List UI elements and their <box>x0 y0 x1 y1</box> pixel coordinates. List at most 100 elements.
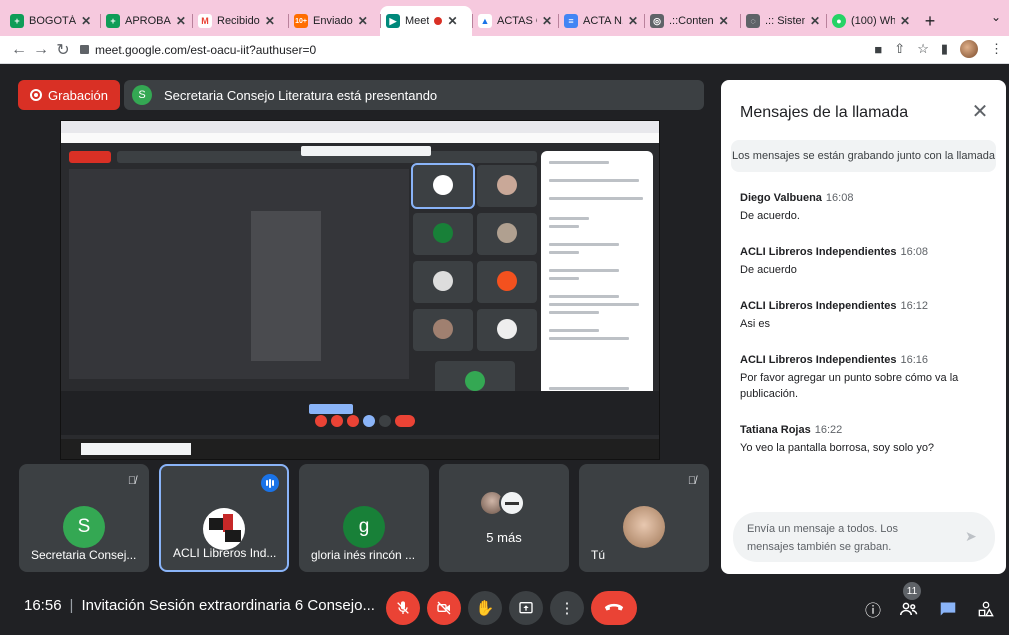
close-icon[interactable]: ✕ <box>542 14 552 28</box>
leave-call-button[interactable] <box>591 591 637 625</box>
message-text: De acuerdo <box>740 263 797 276</box>
tab-title: (100) Wh <box>851 15 895 27</box>
chat-message-input[interactable]: Envía un mensaje a todos. Los mensajes t… <box>733 512 995 562</box>
participant-tile-speaking[interactable]: ACLI Libreros Ind... <box>159 464 289 572</box>
chat-message: ACLI Libreros Independientes 16:08 De acu… <box>740 246 990 279</box>
chat-message: ACLI Libreros Independientes 16:16 Por fa… <box>740 354 990 403</box>
participant-avatar: g <box>343 506 385 548</box>
tab-title: Meet <box>405 15 430 27</box>
browser-tab-active[interactable]: ▶ Meet ✕ <box>380 6 472 36</box>
mic-toggle-button[interactable] <box>386 591 420 625</box>
participant-tile[interactable]: g gloria inés rincón ... <box>299 464 429 572</box>
message-header: ACLI Libreros Independientes 16:08 <box>740 246 990 258</box>
shared-screen-tile <box>413 261 473 303</box>
chat-panel-title: Mensajes de la llamada <box>740 104 909 121</box>
close-icon[interactable]: ✕ <box>176 14 186 28</box>
self-tile[interactable]: 🎙̸ Tú <box>579 464 709 572</box>
back-arrow-icon[interactable]: ← <box>8 41 30 59</box>
address-toolbar: ← → ↻ meet.google.com/est-oacu-iit?authu… <box>0 36 1009 64</box>
shared-screen-tile <box>477 165 537 207</box>
activities-button[interactable] <box>975 598 997 620</box>
participant-name: gloria inés rincón ... <box>311 548 416 562</box>
message-header: Tatiana Rojas 16:22 <box>740 424 990 436</box>
recording-indicator-icon <box>434 17 443 25</box>
browser-tab-strip: + BOGOTÁ ✕ + APROBA ✕ M Recibido ✕ 10+ E… <box>0 0 1009 36</box>
message-sender: ACLI Libreros Independientes <box>740 299 897 312</box>
system-icon: ◌ <box>746 14 760 28</box>
more-participants-tile[interactable]: 5 más <box>439 464 569 572</box>
message-text: Asi es <box>740 317 770 330</box>
shared-screen-control <box>315 415 327 427</box>
tab-title: Enviado <box>313 15 353 27</box>
chat-message: Tatiana Rojas 16:22 Yo veo la pantalla bo… <box>740 424 990 457</box>
shared-screen-control <box>363 415 375 427</box>
send-icon[interactable]: ➤ <box>965 528 981 544</box>
side-panel-icon[interactable]: ▮ <box>941 41 948 57</box>
message-header: Diego Valbuena 16:08 <box>740 192 990 204</box>
close-icon[interactable]: ✕ <box>900 14 910 28</box>
camera-off-icon <box>437 601 451 615</box>
share-icon[interactable]: ⇧ <box>894 41 905 57</box>
meeting-details-button[interactable]: ⓘ <box>862 598 884 620</box>
speaking-indicator-icon <box>261 474 279 492</box>
close-icon[interactable]: ✕ <box>628 14 638 28</box>
new-tab-button[interactable]: + <box>916 6 944 36</box>
close-icon[interactable]: ✕ <box>968 100 992 124</box>
browser-tab[interactable]: ◌ .:: Sistem ✕ <box>740 6 826 36</box>
url-text: meet.google.com/est-oacu-iit?authuser=0 <box>95 42 317 57</box>
shared-screen-nested-panel <box>251 211 321 361</box>
message-sender: ACLI Libreros Independientes <box>740 353 897 366</box>
browser-tab[interactable]: + APROBA ✕ <box>100 6 192 36</box>
recording-badge[interactable]: Grabación <box>18 80 120 110</box>
browser-tab[interactable]: + BOGOTÁ ✕ <box>4 6 100 36</box>
close-icon[interactable]: ✕ <box>265 14 275 28</box>
camera-toggle-button[interactable] <box>427 591 461 625</box>
message-sender: Tatiana Rojas <box>740 423 811 436</box>
present-icon <box>519 602 533 614</box>
browser-tab[interactable]: ● (100) Wh ✕ <box>826 6 916 36</box>
participant-avatar: S <box>63 506 105 548</box>
reload-icon[interactable]: ↻ <box>52 40 74 60</box>
browser-tab[interactable]: 10+ Enviado ✕ <box>288 6 380 36</box>
hang-up-icon <box>604 603 624 611</box>
browser-tab[interactable]: ◎ .::Conten ✕ <box>644 6 740 36</box>
message-time: 16:08 <box>825 192 854 204</box>
shared-screen-control <box>347 415 359 427</box>
close-icon[interactable]: ✕ <box>810 14 820 28</box>
forward-arrow-icon[interactable]: → <box>30 41 52 59</box>
info-icon: ⓘ <box>864 603 881 620</box>
message-time: 16:12 <box>900 299 928 312</box>
tab-search-chevron-icon[interactable]: ⌄ <box>991 10 1001 24</box>
presenting-banner: S Secretaria Consejo Literatura está pre… <box>124 80 704 110</box>
kebab-menu-icon[interactable]: ⋮ <box>990 41 1003 57</box>
chat-message-list: Diego Valbuena 16:08 De acuerdo. ACLI Lib… <box>740 192 990 478</box>
chat-button[interactable] <box>937 598 959 620</box>
close-icon[interactable]: ✕ <box>447 14 457 28</box>
close-icon[interactable]: ✕ <box>358 14 368 28</box>
profile-avatar[interactable] <box>960 40 978 58</box>
message-sender: ACLI Libreros Independientes <box>740 245 897 258</box>
presenting-text: Secretaria Consejo Literatura está prese… <box>164 87 438 103</box>
browser-tab[interactable]: ▲ ACTAS C ✕ <box>472 6 558 36</box>
address-bar[interactable]: meet.google.com/est-oacu-iit?authuser=0 <box>80 39 810 61</box>
shared-screen-control <box>331 415 343 427</box>
browser-tab[interactable]: M Recibido ✕ <box>192 6 288 36</box>
camera-icon[interactable]: ■ <box>874 42 882 57</box>
more-options-button[interactable]: ⋮ <box>550 591 584 625</box>
present-screen-button[interactable] <box>509 591 543 625</box>
chat-message: Diego Valbuena 16:08 De acuerdo. <box>740 192 990 225</box>
participant-tile[interactable]: 🎙̸ S Secretaria Consej... <box>19 464 149 572</box>
people-button[interactable] <box>898 598 920 620</box>
message-time: 16:08 <box>900 245 928 258</box>
shared-screen <box>60 120 660 460</box>
shared-screen-chat-panel <box>541 151 653 413</box>
mic-off-icon: 🎙̸ <box>127 475 137 487</box>
raise-hand-button[interactable]: ✋ <box>468 591 502 625</box>
shared-screen-control <box>379 415 391 427</box>
bookmark-star-icon[interactable]: ☆ <box>917 41 929 57</box>
close-icon[interactable]: ✕ <box>719 14 729 28</box>
message-text: Yo veo la pantalla borrosa, soy solo yo? <box>740 441 935 454</box>
close-icon[interactable]: ✕ <box>81 14 91 28</box>
tab-title: APROBA <box>125 15 171 27</box>
browser-tab[interactable]: ≡ ACTA N. ✕ <box>558 6 644 36</box>
